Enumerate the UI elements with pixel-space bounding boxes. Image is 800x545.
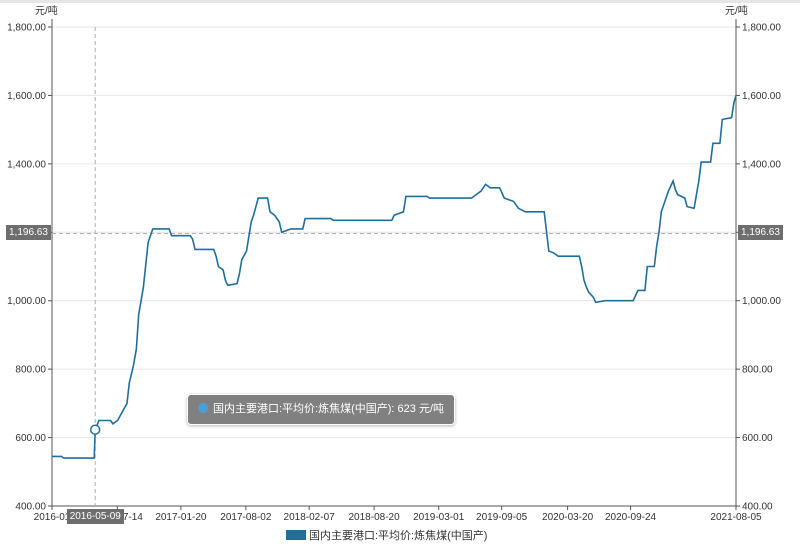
crosshair-y-label-left: 1,196.63 <box>6 225 51 241</box>
line-chart[interactable]: 400.00 400.00 600.00 600.00 800.00 800.00 1,00… <box>0 0 800 545</box>
y-tick-label-right: 800.00 <box>742 365 773 376</box>
y-axis-unit-left: 元/吨 <box>35 4 58 17</box>
hover-point-marker[interactable] <box>89 424 101 435</box>
grid-lines <box>52 26 736 507</box>
chart-axes <box>48 19 740 510</box>
y-axis-tick-labels: 400.00 400.00 600.00 600.00 800.00 800.00 1,00… <box>7 23 781 513</box>
y-tick-label-right: 1,000.00 <box>742 296 781 307</box>
y-tick-label-right: 1,600.00 <box>742 91 781 102</box>
x-tick-label: 2018-02-07 <box>284 512 336 523</box>
x-tick-label: 2019-03-01 <box>413 512 465 523</box>
y-tick-label-left: 1,800.00 <box>7 23 46 34</box>
y-tick-label-right: 400.00 <box>742 502 773 513</box>
x-tick-label: 2018-08-20 <box>349 512 401 523</box>
tooltip-text: 国内主要港口:平均价:炼焦煤(中国产): 623 元/吨 <box>213 403 445 415</box>
y-tick-label-left: 1,000.00 <box>7 296 46 307</box>
y-tick-label-left: 600.00 <box>15 433 46 444</box>
y-tick-label-right: 1,400.00 <box>742 159 781 170</box>
legend-series-label: 国内主要港口:平均价:炼焦煤(中国产) <box>309 530 488 542</box>
y-tick-label-left: 1,600.00 <box>7 91 46 102</box>
data-tooltip: 国内主要港口:平均价:炼焦煤(中国产): 623 元/吨 <box>187 394 456 425</box>
crosshair-y-label-right: 1,196.63 <box>738 225 783 241</box>
y-tick-label-right: 1,800.00 <box>742 23 781 34</box>
crosshair-x-label: 2016-05-09 <box>66 509 124 524</box>
x-tick-label: 2019-09-05 <box>476 512 528 523</box>
x-tick-label: 2021-08-05 <box>710 512 762 523</box>
x-tick-label: 2017-01-20 <box>155 512 207 523</box>
legend-swatch-icon <box>286 530 306 540</box>
y-tick-label-left: 1,400.00 <box>7 159 46 170</box>
crosshair <box>52 27 736 506</box>
series-color-dot-icon <box>198 403 208 413</box>
x-tick-label: 2016-01 <box>34 512 71 523</box>
x-axis-tick-labels: 2016-012016-07-142017-01-202017-08-02201… <box>34 512 762 523</box>
y-axis-unit-right: 元/吨 <box>725 4 748 17</box>
x-tick-label: 2020-03-20 <box>542 512 594 523</box>
chart-legend[interactable]: 国内主要港口:平均价:炼焦煤(中国产) <box>286 529 487 543</box>
x-tick-label: 2017-08-02 <box>220 512 272 523</box>
x-tick-label: 2020-09-24 <box>605 512 657 523</box>
y-tick-label-left: 800.00 <box>15 365 46 376</box>
y-tick-label-left: 400.00 <box>15 502 46 513</box>
y-tick-label-right: 600.00 <box>742 433 773 444</box>
